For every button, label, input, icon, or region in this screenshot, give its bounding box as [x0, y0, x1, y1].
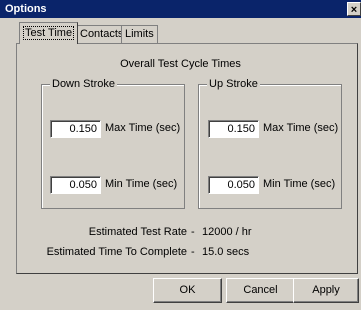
options-dialog: Options × Test Time Contacts Limits Over… [0, 0, 361, 310]
down-max-time-input[interactable]: 0.150 [50, 120, 101, 138]
estimated-time-separator: - [191, 246, 195, 258]
estimated-time-label: Estimated Time To Complete [46, 246, 187, 258]
tab-label: Limits [125, 28, 154, 40]
close-icon[interactable]: × [347, 2, 361, 16]
apply-button[interactable]: Apply [293, 278, 359, 303]
up-max-time-label: Max Time (sec) [263, 122, 339, 134]
up-max-time-input[interactable]: 0.150 [208, 120, 259, 138]
tab-test-time[interactable]: Test Time [19, 22, 79, 44]
tab-contacts[interactable]: Contacts [76, 25, 128, 43]
estimated-rate-separator: - [191, 226, 195, 238]
tab-limits[interactable]: Limits [121, 25, 158, 43]
title-bar: Options × [0, 0, 361, 18]
down-min-time-label: Min Time (sec) [105, 178, 178, 190]
up-min-time-input[interactable]: 0.050 [208, 176, 259, 194]
panel-heading: Overall Test Cycle Times [120, 58, 241, 70]
down-min-time-input[interactable]: 0.050 [50, 176, 101, 194]
tab-label: Test Time [23, 26, 75, 40]
down-max-time-label: Max Time (sec) [105, 122, 181, 134]
estimated-time-value: 15.0 secs [202, 246, 250, 258]
cancel-button[interactable]: Cancel [226, 278, 295, 303]
window-title: Options [5, 3, 47, 15]
up-min-time-label: Min Time (sec) [263, 178, 336, 190]
estimated-rate-label: Estimated Test Rate [88, 226, 187, 238]
group-label: Down Stroke [50, 78, 117, 91]
group-label: Up Stroke [207, 78, 260, 91]
estimated-rate-value: 12000 / hr [202, 226, 252, 238]
ok-button[interactable]: OK [153, 278, 222, 303]
tab-label: Contacts [80, 28, 124, 40]
